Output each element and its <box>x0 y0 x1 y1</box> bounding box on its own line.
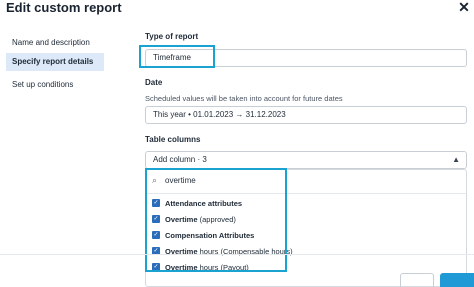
sidebar: Name and description Specify report deta… <box>0 22 108 287</box>
checkbox-checked-icon[interactable]: ✓ <box>152 263 160 272</box>
sidebar-item-name-description[interactable]: Name and description <box>6 34 104 52</box>
primary-footer-button[interactable] <box>440 273 474 287</box>
sidebar-item-label: Name and description <box>12 38 90 47</box>
secondary-footer-button[interactable] <box>400 273 434 287</box>
sidebar-item-label: Specify report details <box>12 57 94 66</box>
type-of-report-label: Type of report <box>145 32 199 41</box>
report-details-panel: Type of report Timeframe Date Scheduled … <box>108 22 474 287</box>
sidebar-item-label: Set up conditions <box>12 80 74 89</box>
column-option-compensation-attributes[interactable]: ✓ Compensation Attributes <box>152 229 254 242</box>
option-rest-text: hours (Payout) <box>197 263 249 272</box>
date-label: Date <box>145 78 163 87</box>
date-value: This year • 01.01.2023 → 31.12.2023 <box>153 110 286 119</box>
sidebar-item-set-up-conditions[interactable]: Set up conditions <box>6 76 104 94</box>
column-option-overtime-payout[interactable]: ✓ Overtime hours (Payout) <box>152 261 249 274</box>
type-of-report-select[interactable]: Timeframe <box>145 49 467 67</box>
checkbox-checked-icon[interactable]: ✓ <box>152 215 160 224</box>
column-option-overtime-approved[interactable]: ✓ Overtime (approved) <box>152 213 236 226</box>
option-bold-text: Overtime <box>165 263 198 272</box>
search-icon: ⌕ <box>152 175 158 185</box>
column-option-overtime-compensable[interactable]: ✓ Overtime hours (Compensable hours) <box>152 245 293 258</box>
columns-dropdown: ⌕ overtime ✓ Attendance attributes ✓ Overt… <box>145 169 467 287</box>
type-of-report-value: Timeframe <box>153 53 191 62</box>
option-bold-text: Attendance attributes <box>165 199 243 208</box>
table-columns-select[interactable]: Add column · 3 ▲ <box>145 151 467 169</box>
chevron-up-icon: ▲ <box>452 155 460 164</box>
dialog-header: Edit custom report ✕ <box>0 0 474 22</box>
option-bold-text: Compensation Attributes <box>165 231 255 240</box>
option-rest-text: (approved) <box>197 215 236 224</box>
column-option-attendance-attributes[interactable]: ✓ Attendance attributes <box>152 197 242 210</box>
sidebar-item-specify-report-details[interactable]: Specify report details <box>6 53 104 71</box>
footer-divider <box>0 254 474 255</box>
checkbox-checked-icon[interactable]: ✓ <box>152 231 160 240</box>
date-select[interactable]: This year • 01.01.2023 → 31.12.2023 <box>145 106 467 124</box>
columns-search-row[interactable]: ⌕ overtime <box>146 170 466 194</box>
table-columns-label: Table columns <box>145 135 201 144</box>
dialog-title: Edit custom report <box>6 0 122 15</box>
close-icon[interactable]: ✕ <box>454 0 474 17</box>
option-bold-text: Overtime <box>165 215 198 224</box>
date-hint: Scheduled values will be taken into acco… <box>145 94 343 103</box>
checkbox-checked-icon[interactable]: ✓ <box>152 199 160 208</box>
table-columns-value: Add column · 3 <box>153 155 207 164</box>
columns-search-input[interactable]: overtime <box>165 176 196 185</box>
